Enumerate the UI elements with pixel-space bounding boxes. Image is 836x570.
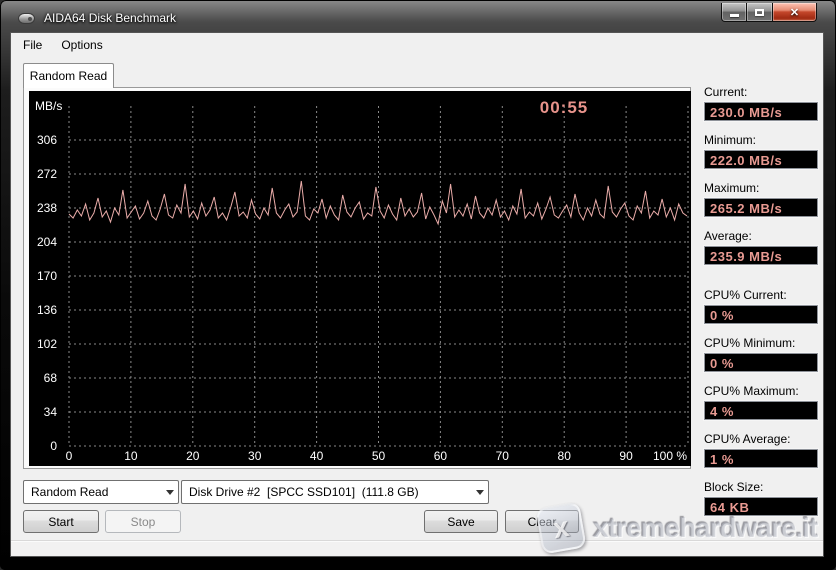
stat-block-size-value: 64 KB xyxy=(704,497,818,516)
title-bar[interactable]: AIDA64 Disk Benchmark xyxy=(10,4,824,32)
clear-button[interactable]: Clear xyxy=(505,510,579,533)
stat-average: Average: 235.9 MB/s xyxy=(704,229,820,265)
svg-text:70: 70 xyxy=(496,449,510,463)
stat-label: Maximum: xyxy=(704,181,820,195)
stat-maximum-value: 265.2 MB/s xyxy=(704,198,818,217)
svg-text:0: 0 xyxy=(50,439,57,453)
stat-label: CPU% Average: xyxy=(704,432,820,446)
stat-label: Minimum: xyxy=(704,133,820,147)
svg-text:100 %: 100 % xyxy=(653,449,687,463)
svg-text:136: 136 xyxy=(37,303,57,317)
stat-label: CPU% Minimum: xyxy=(704,336,820,350)
benchmark-chart: 0 34 68 102 136 170 204 238 272 306 MB/s 0 10 20 30 40 5… xyxy=(29,91,691,466)
menu-options[interactable]: Options xyxy=(54,35,109,55)
svg-text:80: 80 xyxy=(558,449,572,463)
stat-label: CPU% Maximum: xyxy=(704,384,820,398)
stat-label: Average: xyxy=(704,229,820,243)
svg-text:20: 20 xyxy=(186,449,200,463)
svg-text:0: 0 xyxy=(66,449,73,463)
svg-text:204: 204 xyxy=(37,235,57,249)
stat-cpu-maximum-value: 4 % xyxy=(704,401,818,420)
svg-text:30: 30 xyxy=(248,449,262,463)
svg-text:60: 60 xyxy=(434,449,448,463)
stat-maximum: Maximum: 265.2 MB/s xyxy=(704,181,820,217)
stat-average-value: 235.9 MB/s xyxy=(704,246,818,265)
stat-cpu-minimum-value: 0 % xyxy=(704,353,818,372)
elapsed-timer: 00:55 xyxy=(529,98,599,118)
chevron-down-icon xyxy=(161,481,178,503)
svg-text:50: 50 xyxy=(372,449,386,463)
minimize-icon xyxy=(730,14,739,17)
minimize-button[interactable] xyxy=(721,3,747,22)
caption-buttons: ✕ xyxy=(721,3,817,22)
drive-select-value: Disk Drive #2 [SPCC SSD101] (111.8 GB) xyxy=(182,485,471,499)
chevron-down-icon xyxy=(471,481,488,503)
stat-label: CPU% Current: xyxy=(704,288,820,302)
drive-select[interactable]: Disk Drive #2 [SPCC SSD101] (111.8 GB) xyxy=(181,480,489,504)
benchmark-type-select[interactable]: Random Read xyxy=(23,480,179,504)
tab-random-read[interactable]: Random Read xyxy=(23,63,114,88)
maximize-button[interactable] xyxy=(747,3,772,22)
maximize-icon xyxy=(755,9,764,16)
stat-minimum-value: 222.0 MB/s xyxy=(704,150,818,169)
stat-label: Block Size: xyxy=(704,480,820,494)
window-title: AIDA64 Disk Benchmark xyxy=(44,11,176,25)
client-area: File Options Random Read 0 34 68 102 136 170 2… xyxy=(10,32,824,557)
svg-text:306: 306 xyxy=(37,133,57,147)
svg-text:34: 34 xyxy=(44,405,58,419)
stat-cpu-average: CPU% Average: 1 % xyxy=(704,432,820,468)
benchmark-type-value: Random Read xyxy=(24,485,161,499)
stat-cpu-current-value: 0 % xyxy=(704,305,818,324)
stop-button[interactable]: Stop xyxy=(105,510,181,533)
close-button[interactable]: ✕ xyxy=(772,3,817,22)
chart-canvas: 0 34 68 102 136 170 204 238 272 306 MB/s 0 10 20 30 40 5… xyxy=(29,91,691,466)
svg-text:40: 40 xyxy=(310,449,324,463)
stat-cpu-average-value: 1 % xyxy=(704,449,818,468)
menu-bar: File Options xyxy=(11,33,823,57)
svg-text:MB/s: MB/s xyxy=(35,99,62,113)
svg-text:170: 170 xyxy=(37,269,57,283)
svg-text:90: 90 xyxy=(619,449,633,463)
svg-text:10: 10 xyxy=(124,449,138,463)
svg-text:272: 272 xyxy=(37,167,57,181)
status-strip xyxy=(11,540,823,556)
stat-cpu-maximum: CPU% Maximum: 4 % xyxy=(704,384,820,420)
app-disk-icon xyxy=(18,13,35,24)
menu-file[interactable]: File xyxy=(16,35,49,55)
stat-cpu-current: CPU% Current: 0 % xyxy=(704,288,820,324)
svg-text:238: 238 xyxy=(37,201,57,215)
save-button[interactable]: Save xyxy=(424,510,498,533)
stat-minimum: Minimum: 222.0 MB/s xyxy=(704,133,820,169)
svg-text:102: 102 xyxy=(37,337,57,351)
stat-current-value: 230.0 MB/s xyxy=(704,102,818,121)
stat-cpu-minimum: CPU% Minimum: 0 % xyxy=(704,336,820,372)
stat-label: Current: xyxy=(704,85,820,99)
stat-current: Current: 230.0 MB/s xyxy=(704,85,820,121)
svg-text:68: 68 xyxy=(44,371,58,385)
start-button[interactable]: Start xyxy=(23,510,99,533)
stat-block-size: Block Size: 64 KB xyxy=(704,480,820,516)
app-window: AIDA64 Disk Benchmark ✕ File Options Ran… xyxy=(0,0,836,570)
close-icon: ✕ xyxy=(790,6,799,19)
